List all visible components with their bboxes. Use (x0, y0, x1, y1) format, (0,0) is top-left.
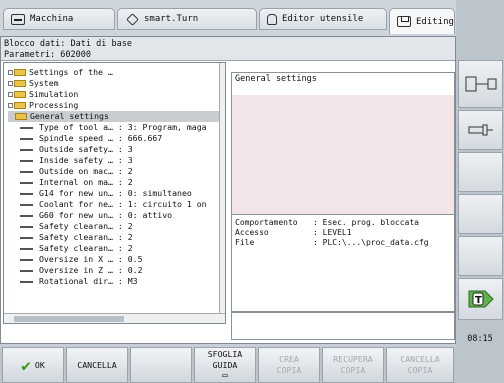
tab-label: Editing (416, 16, 454, 27)
tree-item[interactable]: Safety clearan… : 2 (8, 232, 225, 243)
side-button-5[interactable] (458, 236, 503, 276)
tree-item[interactable]: Safety clearan… : 2 (8, 221, 225, 232)
data-block-title: Blocco dati: Dati di base (4, 39, 132, 49)
tree-item[interactable]: System (8, 78, 225, 89)
arrow-right-icon (11, 13, 25, 25)
tree-item[interactable]: Oversize in Z … : 0.2 (8, 265, 225, 276)
tree-item[interactable]: Spindle speed … : 666.667 (8, 133, 225, 144)
parameter-icon (20, 192, 33, 195)
parameter-icon (20, 126, 33, 129)
book-icon: ▭ (222, 370, 228, 381)
tree-item[interactable]: Safety clearan… : 2 (8, 243, 225, 254)
parameter-tree[interactable]: Settings of the … System Simulation Process… (3, 62, 226, 324)
parameter-icon (20, 225, 33, 228)
tree-item[interactable]: G60 for new un… : 0: attivo (8, 210, 225, 221)
tool-icon (468, 124, 493, 136)
tree-item[interactable]: Processing (8, 100, 225, 111)
hand-icon (267, 13, 277, 25)
tab-editor-utensile[interactable]: Editor utensile (259, 8, 387, 30)
tab-editing[interactable]: Editing (389, 8, 455, 34)
tool-holder-button[interactable] (458, 110, 503, 150)
tree-item[interactable]: Internal on ma… : 2 (8, 177, 225, 188)
data-block-header: Blocco dati: Dati di base Parametri: 602… (1, 37, 455, 61)
delete-copy-button[interactable]: CANCELLA COPIA (386, 347, 454, 383)
side-button-4[interactable] (458, 194, 503, 234)
parameter-icon (20, 258, 33, 261)
expand-icon[interactable] (8, 70, 13, 75)
empty-softkey[interactable] (130, 347, 192, 383)
info-box: Comportamento: Esec. prog. bloccata Acce… (231, 214, 455, 312)
ok-button[interactable]: ✔ OK (2, 347, 64, 383)
mode-tabs: Macchina smart.Turn Editor utensile Edit… (0, 0, 456, 36)
checkmark-icon: ✔ (21, 355, 31, 375)
machine-icon (465, 76, 496, 92)
detail-pane: General settings Comportamento: Esec. pr… (231, 72, 455, 380)
parameter-icon (20, 170, 33, 173)
machine-config-button[interactable] (458, 60, 503, 108)
parameters-label: Parametri: 602000 (4, 49, 91, 60)
input-box[interactable] (231, 312, 455, 340)
tab-label: Editor utensile (282, 14, 364, 24)
svg-text:T: T (475, 295, 482, 306)
folder-open-icon (15, 113, 27, 120)
tree-item[interactable]: G14 for new un… : 0: simultaneo (8, 188, 225, 199)
folder-icon (14, 80, 26, 87)
t-arrow-icon: T (468, 290, 494, 308)
folder-icon (14, 69, 26, 76)
clock: 08:15 (467, 334, 493, 344)
tab-label: Macchina (30, 14, 74, 24)
tree-item[interactable]: Inside safety … : 3 (8, 155, 225, 166)
parameter-icon (20, 148, 33, 151)
save-icon (397, 16, 411, 27)
folder-icon (14, 102, 26, 109)
info-row: File: PLC:\...\proc_data.cfg (235, 238, 429, 247)
tool-table-button[interactable]: T (458, 278, 503, 320)
create-copy-button[interactable]: CREA COPIA (258, 347, 320, 383)
diamond-icon (126, 12, 139, 26)
parameter-icon (20, 181, 33, 184)
tree-item[interactable]: Oversize in X … : 0.5 (8, 254, 225, 265)
tree-item[interactable]: Rotational dir… : M3 (8, 276, 225, 287)
tree-item[interactable]: Coolant for ne… : 1: circuito 1 on (8, 199, 225, 210)
side-button-3[interactable] (458, 152, 503, 192)
expand-icon[interactable] (8, 92, 13, 97)
parameter-icon (20, 214, 33, 217)
horizontal-softkey-bar: ✔ OK CANCELLA SFOGLIA GUIDA ▭ CREA COPIA… (0, 347, 456, 383)
expand-icon[interactable] (8, 103, 13, 108)
tab-macchina[interactable]: Macchina (3, 8, 115, 30)
vertical-softkey-bar: T (456, 0, 504, 383)
tree-item[interactable]: General settings (8, 111, 225, 122)
folder-icon (14, 91, 26, 98)
scroll-thumb[interactable] (14, 315, 124, 322)
parameter-icon (20, 247, 33, 250)
restore-copy-button[interactable]: RECUPERA COPIA (322, 347, 384, 383)
tree-item[interactable]: Outside on mac… : 2 (8, 166, 225, 177)
parameter-icon (20, 203, 33, 206)
tree-vertical-scrollbar[interactable] (219, 63, 225, 313)
tree-horizontal-scrollbar[interactable] (4, 313, 225, 323)
tree-item[interactable]: Outside safety… : 3 (8, 144, 225, 155)
tree-item[interactable]: Simulation (8, 89, 225, 100)
parameter-icon (20, 137, 33, 140)
description-title: General settings (232, 73, 454, 95)
info-row: Accesso: LEVEL1 (235, 228, 352, 237)
browse-guide-button[interactable]: SFOGLIA GUIDA ▭ (194, 347, 256, 383)
cancel-button[interactable]: CANCELLA (66, 347, 128, 383)
parameter-icon (20, 269, 33, 272)
info-row: Comportamento: Esec. prog. bloccata (235, 218, 419, 227)
parameter-icon (20, 236, 33, 239)
parameter-icon (20, 280, 33, 283)
tab-label: smart.Turn (144, 14, 199, 24)
tab-smart-turn[interactable]: smart.Turn (117, 8, 257, 30)
parameter-icon (20, 159, 33, 162)
tree-item[interactable]: Type of tool a… : 3: Program, maga (8, 122, 225, 133)
expand-icon[interactable] (8, 81, 13, 86)
tree-item[interactable]: Settings of the … (8, 67, 225, 78)
